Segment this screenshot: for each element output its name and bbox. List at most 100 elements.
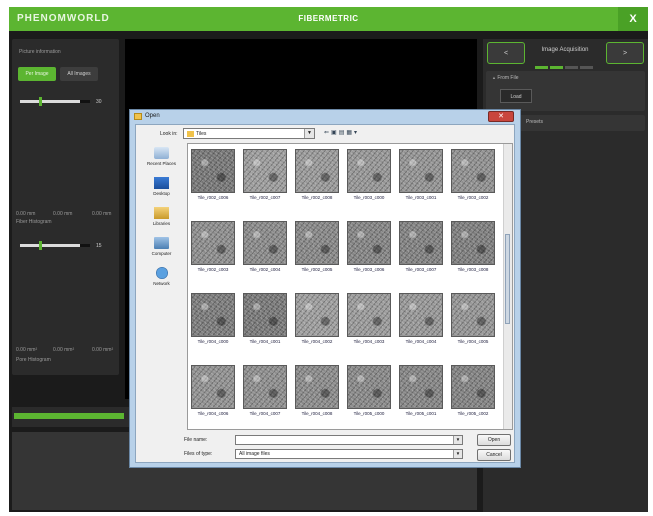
file-thumbnail	[295, 149, 339, 193]
file-thumbnail	[399, 293, 443, 337]
file-name: Tile_r005_c002	[457, 411, 489, 416]
file-tile[interactable]: Tile_r004_c004	[398, 293, 444, 345]
file-tile[interactable]: Tile_r002_c005	[294, 221, 340, 273]
file-tile[interactable]: Tile_r005_c001	[398, 365, 444, 417]
folder-icon	[134, 113, 142, 120]
file-thumbnail	[399, 149, 443, 193]
file-tile[interactable]: Tile_r002_c004	[242, 221, 288, 273]
file-tile[interactable]: Tile_r004_c002	[294, 293, 340, 345]
file-name: Tile_r003_c007	[405, 267, 437, 272]
cancel-button[interactable]: Cancel	[477, 449, 511, 461]
file-type-select[interactable]: All image files ▼	[235, 449, 463, 459]
pore-axis-min: 0.00 mm²	[16, 347, 38, 353]
file-tile[interactable]: Tile_r004_c001	[242, 293, 288, 345]
progress-bar	[14, 413, 124, 419]
up-folder-icon[interactable]: ▣	[331, 130, 339, 136]
file-thumbnail	[243, 149, 287, 193]
file-name: Tile_r004_c000	[197, 339, 229, 344]
place-recent-places[interactable]: Recent Places	[140, 147, 183, 166]
chevron-down-icon[interactable]: ▼	[304, 129, 314, 138]
file-tile[interactable]: Tile_r003_c006	[346, 221, 392, 273]
file-tile[interactable]: Tile_r003_c000	[346, 149, 392, 201]
pore-axis-mid: 0.00 mm²	[53, 347, 75, 353]
place-desktop[interactable]: Desktop	[140, 177, 183, 196]
tab-all-images[interactable]: All Images	[60, 67, 98, 81]
file-name: Tile_r004_c008	[301, 411, 333, 416]
file-tile[interactable]: Tile_r003_c008	[450, 221, 496, 273]
file-list[interactable]: Tile_r002_c006 Tile_r002_c007 Tile_r002_c0…	[187, 143, 513, 430]
file-tile[interactable]: Tile_r003_c002	[450, 149, 496, 201]
dialog-title: Open	[145, 113, 160, 119]
prev-step-button[interactable]: <	[487, 42, 525, 64]
recent-places-icon	[154, 147, 169, 159]
file-name: Tile_r004_c007	[249, 411, 281, 416]
file-thumbnail	[243, 293, 287, 337]
toolbar-icons: ⇐▣▤▦▾	[324, 129, 359, 136]
chevron-down-icon[interactable]: ▼	[453, 450, 462, 458]
file-tile[interactable]: Tile_r002_c008	[294, 149, 340, 201]
tab-per-image[interactable]: Per Image	[18, 67, 56, 81]
vertical-scrollbar[interactable]	[503, 144, 512, 429]
next-step-button[interactable]: >	[606, 42, 644, 64]
look-in-label: Look in:	[160, 131, 178, 137]
file-name-input[interactable]: ▼	[235, 435, 463, 445]
picture-info-panel: Picture information Per Image All Images…	[12, 39, 119, 375]
file-name: Tile_r004_c004	[405, 339, 437, 344]
dialog-close-button[interactable]: ✕	[488, 111, 514, 122]
file-name: Tile_r004_c006	[197, 411, 229, 416]
file-tile[interactable]: Tile_r004_c008	[294, 365, 340, 417]
look-in-combo[interactable]: Tiles ▼	[183, 128, 315, 139]
fiber-slider-knob[interactable]	[39, 97, 42, 106]
file-thumbnail	[347, 221, 391, 265]
file-thumbnail	[347, 149, 391, 193]
file-name: Tile_r002_c006	[197, 195, 229, 200]
file-tile[interactable]: Tile_r005_c000	[346, 365, 392, 417]
view-menu-icon[interactable]: ▦▾	[346, 130, 359, 136]
from-file-label: ▲ From File	[492, 75, 519, 81]
file-tile[interactable]: Tile_r005_c002	[450, 365, 496, 417]
file-tile[interactable]: Tile_r004_c000	[190, 293, 236, 345]
file-tile[interactable]: Tile_r004_c003	[346, 293, 392, 345]
pore-slider-knob[interactable]	[39, 241, 42, 250]
fiber-histogram-title: Fiber Histogram	[16, 219, 52, 225]
file-name: Tile_r003_c000	[353, 195, 385, 200]
file-thumbnail	[191, 221, 235, 265]
file-tile[interactable]: Tile_r002_c003	[190, 221, 236, 273]
file-tile[interactable]: Tile_r003_c007	[398, 221, 444, 273]
app-close-button[interactable]: X	[618, 7, 648, 31]
place-libraries[interactable]: Libraries	[140, 207, 183, 226]
file-tile[interactable]: Tile_r002_c007	[242, 149, 288, 201]
file-thumbnail	[347, 293, 391, 337]
file-tile[interactable]: Tile_r002_c006	[190, 149, 236, 201]
file-thumbnail	[243, 221, 287, 265]
file-tile[interactable]: Tile_r003_c001	[398, 149, 444, 201]
network-icon	[155, 267, 168, 279]
file-thumbnail	[191, 293, 235, 337]
scrollbar-thumb[interactable]	[505, 234, 510, 324]
libraries-icon	[154, 207, 169, 219]
file-tile[interactable]: Tile_r004_c005	[450, 293, 496, 345]
file-tile[interactable]: Tile_r004_c007	[242, 365, 288, 417]
file-thumbnail	[243, 365, 287, 409]
places-bar: Recent Places Desktop Libraries Computer…	[140, 143, 183, 299]
open-file-dialog: Open ✕ Look in: Tiles ▼ ⇐▣▤▦▾ Recent Pla…	[129, 109, 521, 468]
file-tile[interactable]: Tile_r004_c006	[190, 365, 236, 417]
fiber-axis-mid: 0.00 mm	[53, 211, 73, 217]
file-name: Tile_r004_c002	[301, 339, 333, 344]
load-button[interactable]: Load	[500, 89, 532, 103]
fiber-axis-min: 0.00 mm	[16, 211, 36, 217]
file-name: Tile_r002_c007	[249, 195, 281, 200]
chevron-down-icon[interactable]: ▼	[453, 436, 462, 444]
from-file-section: ▲ From File Load	[486, 71, 645, 111]
place-network[interactable]: Network	[140, 267, 183, 286]
collapse-arrow-icon[interactable]: ▲	[492, 75, 496, 80]
file-name: Tile_r002_c003	[197, 267, 229, 272]
fiber-axis-max: 0.00 mm	[92, 211, 112, 217]
dialog-body: Look in: Tiles ▼ ⇐▣▤▦▾ Recent Places Des…	[135, 124, 515, 463]
place-computer[interactable]: Computer	[140, 237, 183, 256]
open-button[interactable]: Open	[477, 434, 511, 446]
back-icon[interactable]: ⇐	[324, 130, 331, 136]
file-thumbnail	[451, 293, 495, 337]
file-name: Tile_r002_c004	[249, 267, 281, 272]
file-thumbnail	[347, 365, 391, 409]
